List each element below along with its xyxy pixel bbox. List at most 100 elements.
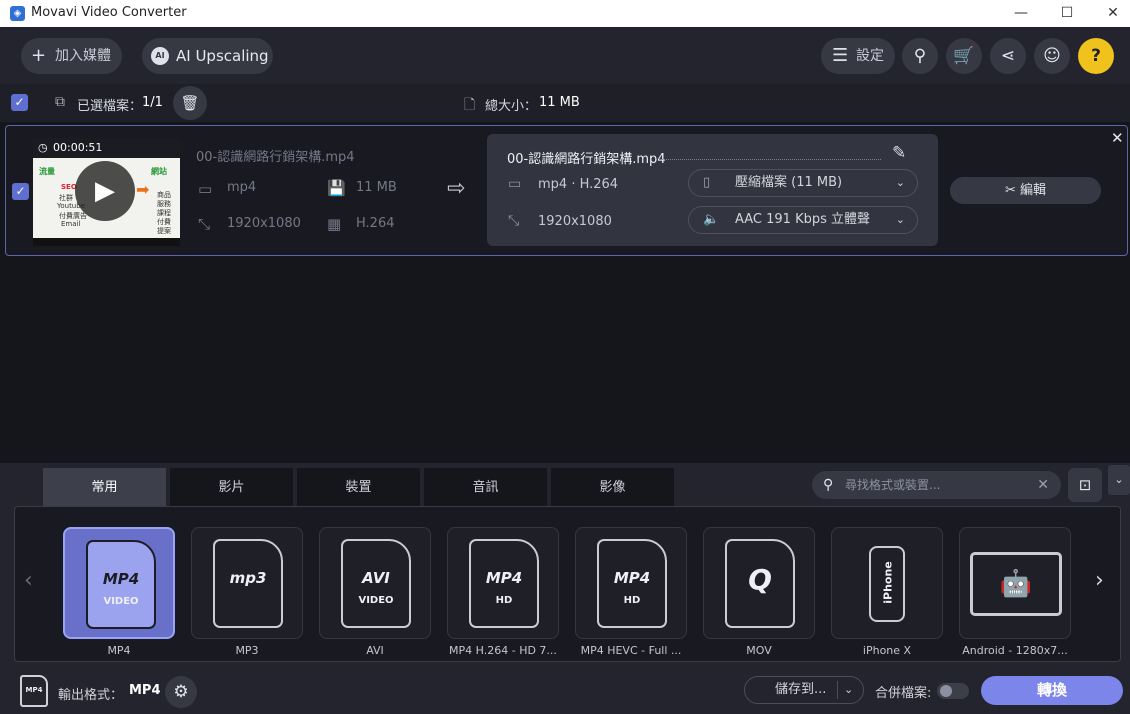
format-avi[interactable]: AVI VIDEO <box>319 527 431 639</box>
collapse-panel-icon[interactable]: ⌄ <box>1108 465 1130 495</box>
trash-icon[interactable]: 🗑 <box>173 86 207 120</box>
settings-button[interactable]: ☰ 設定 <box>821 38 895 74</box>
tab-image[interactable]: 影像 <box>551 468 674 506</box>
android-tablet-icon: 🤖 <box>970 552 1062 616</box>
ai-upscaling-button[interactable]: AI AI Upscaling <box>142 38 273 74</box>
output-format-icon: MP4 <box>20 675 48 707</box>
tab-video[interactable]: 影片 <box>170 468 293 506</box>
close-window-button[interactable]: ✕ <box>1090 0 1130 27</box>
format-android[interactable]: 🤖 <box>959 527 1071 639</box>
resize-icon: ⤡ <box>508 213 520 229</box>
help-button[interactable]: ? <box>1078 38 1114 74</box>
output-resolution: 1920x1080 <box>538 214 612 229</box>
file-checkbox[interactable]: ✓ <box>12 183 29 200</box>
format-label: iPhone X <box>862 644 912 657</box>
ai-icon: AI <box>151 47 169 65</box>
tab-devices[interactable]: 裝置 <box>297 468 420 506</box>
add-media-label: 加入媒體 <box>55 48 111 64</box>
thumb-text: 提案 <box>157 227 171 235</box>
tab-audio[interactable]: 音訊 <box>424 468 547 506</box>
format-icon: ▭ <box>508 176 522 192</box>
clear-search-icon[interactable]: ✕ <box>1037 471 1049 499</box>
chevron-left-icon[interactable]: ‹ <box>24 568 33 593</box>
selection-bar: ✓ ⧉ 已選檔案： 1/1 🗑 🗋 總大小： 11 MB <box>0 84 1130 122</box>
share-icon[interactable]: ⋖ <box>990 38 1026 74</box>
thumb-text: Email <box>61 220 81 228</box>
toggle-knob <box>940 685 952 697</box>
format-mov[interactable]: Q <box>703 527 815 639</box>
divider <box>837 681 838 699</box>
output-file-name[interactable]: 00-認識網路行銷架構.mp4 <box>507 148 666 167</box>
thumb-text: 網站 <box>151 167 167 176</box>
audio-value: AAC 191 Kbps 立體聲 <box>735 212 871 227</box>
output-format-value: MP4 <box>129 683 161 698</box>
format-finder-icon[interactable]: ⊡ <box>1068 468 1102 502</box>
cart-icon[interactable]: 🛒 <box>946 38 982 74</box>
sliders-icon: ☰ <box>832 45 849 66</box>
format-mp4-hevc[interactable]: MP4 HD <box>575 527 687 639</box>
thumb-arrow-icon: ➡ <box>136 180 150 199</box>
format-label: MOV <box>746 644 772 657</box>
pencil-icon[interactable]: ✎ <box>892 143 906 163</box>
output-settings-panel: 00-認識網路行銷架構.mp4 ✎ ▭ mp4 · H.264 ⤡ 1920x1… <box>487 134 938 246</box>
remove-file-icon[interactable]: ✕ <box>1111 129 1124 147</box>
source-format: mp4 <box>227 180 257 195</box>
format-mp4[interactable]: MP4 VIDEO <box>63 527 175 639</box>
convert-button[interactable]: 轉換 <box>981 676 1123 705</box>
file-item[interactable]: ✓ ◷ 00:00:51 流量 SEO 社群 Youtube 付費廣告 Emai… <box>5 125 1128 256</box>
format-carousel: ‹ MP4 VIDEO MP4 mp3 MP3 AVI VIDEO AVI MP4 H… <box>14 506 1121 662</box>
search-input[interactable]: 尋找格式或裝置... <box>845 471 940 499</box>
thumb-text: 流量 <box>39 167 55 176</box>
avi-icon: AVI VIDEO <box>341 539 411 628</box>
chevron-right-icon[interactable]: › <box>1095 568 1104 593</box>
compress-dropdown[interactable]: ▯ 壓縮檔案 (11 MB) ⌄ <box>688 169 918 197</box>
source-file-name: 00-認識網路行銷架構.mp4 <box>196 150 355 165</box>
ai-upscaling-label: AI Upscaling <box>176 47 269 65</box>
quicktime-icon: Q <box>725 539 795 628</box>
selected-files-count: 1/1 <box>142 95 163 110</box>
iphone-icon: iPhone <box>869 546 905 622</box>
maximize-button[interactable]: ☐ <box>1044 0 1090 27</box>
format-iphone-x[interactable]: iPhone <box>831 527 943 639</box>
format-mp4-h264-hd[interactable]: MP4 HD <box>447 527 559 639</box>
window-title: Movavi Video Converter <box>31 5 187 20</box>
convert-arrow-icon: ⇨ <box>447 176 466 201</box>
play-icon[interactable]: ▶ <box>75 161 135 221</box>
thumbnail-bar <box>33 238 180 246</box>
chevron-down-icon: ⌄ <box>844 683 854 696</box>
mp4-hd-icon: MP4 HD <box>597 539 667 628</box>
audio-dropdown[interactable]: 🔈 AAC 191 Kbps 立體聲 ⌄ <box>688 206 918 234</box>
mp4-icon: MP4 VIDEO <box>86 540 156 629</box>
plus-icon: + <box>31 45 47 66</box>
format-label: AVI <box>366 644 384 657</box>
format-search[interactable]: ⚲ 尋找格式或裝置... ✕ <box>812 471 1061 499</box>
add-media-button[interactable]: + 加入媒體 <box>21 38 122 74</box>
save-to-label: 儲存到... <box>775 682 827 697</box>
user-icon[interactable]: ☺ <box>1034 38 1070 74</box>
video-thumbnail[interactable]: ◷ 00:00:51 流量 SEO 社群 Youtube 付費廣告 Email … <box>33 138 180 246</box>
total-size-value: 11 MB <box>539 95 580 110</box>
edit-button[interactable]: ✂ 編輯 <box>950 177 1101 204</box>
edit-label: 編輯 <box>1020 183 1047 198</box>
zip-icon: ▯ <box>703 175 711 190</box>
format-label: MP4 <box>107 644 131 657</box>
footer-bar: MP4 輸出格式： MP4 ⚙ 儲存到... ⌄ 合併檔案: 轉換 <box>0 663 1130 714</box>
select-all-checkbox[interactable]: ✓ <box>11 94 28 111</box>
minimize-button[interactable]: — <box>998 0 1044 27</box>
output-format-label: 輸出格式： <box>58 688 124 703</box>
gear-icon[interactable]: ⚙ <box>165 676 197 708</box>
search-icon[interactable]: ⚲ <box>902 38 938 74</box>
file-size-icon: 🗋 <box>464 97 476 113</box>
format-mp3[interactable]: mp3 <box>191 527 303 639</box>
chevron-down-icon: ⌄ <box>895 213 905 226</box>
film-icon: ▦ <box>327 215 342 233</box>
source-resolution: 1920x1080 <box>227 216 301 231</box>
tab-popular[interactable]: 常用 <box>43 468 166 506</box>
save-to-dropdown[interactable]: 儲存到... ⌄ <box>744 676 864 704</box>
files-icon: ⧉ <box>55 94 65 110</box>
format-label: MP4 HEVC - Full ... <box>580 644 682 657</box>
file-list: ✓ ◷ 00:00:51 流量 SEO 社群 Youtube 付費廣告 Emai… <box>0 122 1130 463</box>
disk-icon: 💾 <box>327 179 346 197</box>
merge-files-label: 合併檔案: <box>875 686 932 701</box>
merge-files-toggle[interactable] <box>937 683 969 699</box>
